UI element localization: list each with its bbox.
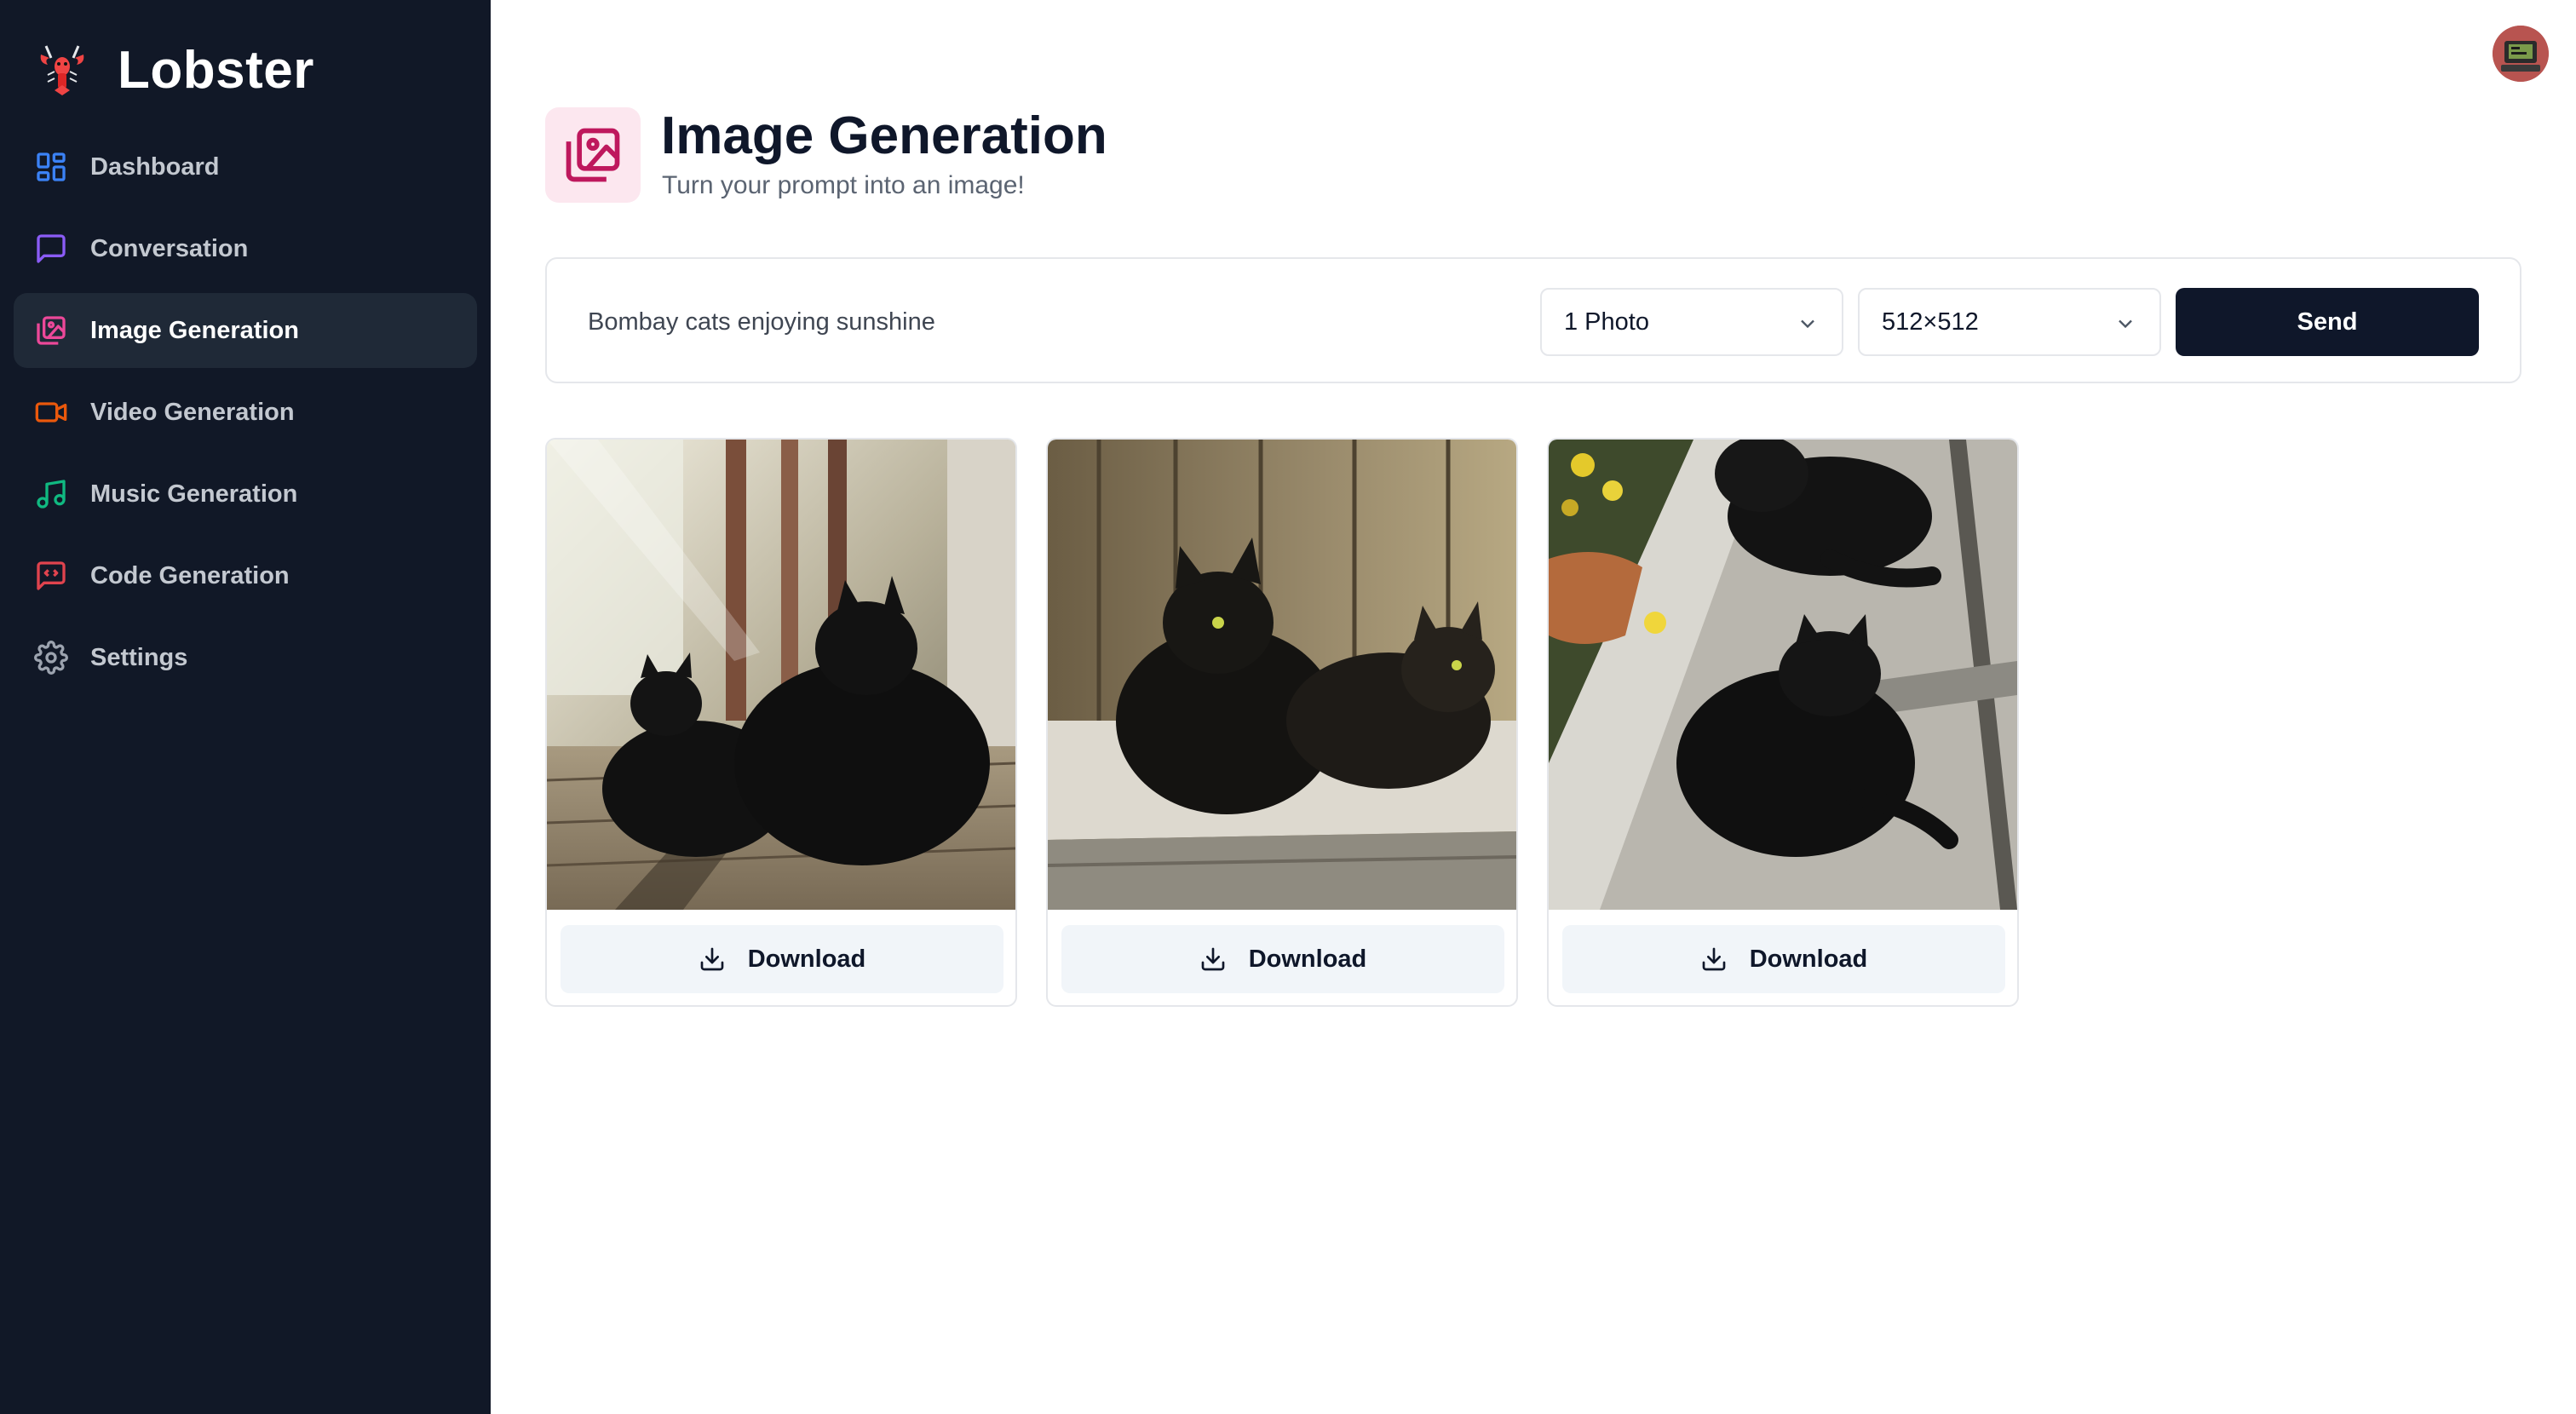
download-button[interactable]: Download bbox=[1061, 925, 1504, 993]
image-gallery: Download Download Download bbox=[545, 438, 2019, 1007]
download-button[interactable]: Download bbox=[561, 925, 1003, 993]
download-label: Download bbox=[1749, 945, 1868, 973]
download-label: Download bbox=[1248, 945, 1367, 973]
image-card: Download bbox=[1547, 438, 2019, 1007]
sidebar-item-label: Dashboard bbox=[90, 152, 220, 181]
music-icon bbox=[37, 480, 66, 509]
generated-image[interactable] bbox=[1048, 440, 1516, 910]
resolution-select[interactable]: 512×512 bbox=[1858, 288, 2161, 356]
sidebar-item-label: Video Generation bbox=[90, 398, 295, 426]
code-message-icon bbox=[37, 561, 66, 590]
prompt-input[interactable] bbox=[588, 293, 1508, 351]
app-root: Lobster Dashboard Conversation Image Gen… bbox=[0, 0, 2576, 1414]
video-icon bbox=[35, 402, 67, 422]
image-card: Download bbox=[1046, 438, 1518, 1007]
sidebar-item-label: Conversation bbox=[90, 234, 249, 262]
page-header-icon bbox=[545, 107, 641, 203]
sidebar-nav: Dashboard Conversation Image Generation bbox=[14, 129, 477, 702]
brand-name: Lobster bbox=[118, 40, 314, 100]
sidebar-item-label: Settings bbox=[90, 643, 188, 671]
sidebar-item-settings[interactable]: Settings bbox=[14, 620, 477, 695]
generated-image[interactable] bbox=[547, 440, 1015, 910]
image-card: Download bbox=[545, 438, 1017, 1007]
sidebar-item-dashboard[interactable]: Dashboard bbox=[14, 129, 477, 204]
dashboard-icon bbox=[37, 152, 66, 181]
send-button[interactable]: Send bbox=[2176, 288, 2479, 356]
page-title: Image Generation bbox=[661, 106, 1107, 165]
gear-icon bbox=[34, 641, 68, 675]
download-icon bbox=[1201, 947, 1225, 971]
chevron-down-icon bbox=[1801, 319, 1814, 329]
lobster-logo-icon bbox=[40, 45, 84, 95]
resolution-select-value: 512×512 bbox=[1882, 308, 1979, 336]
images-icon bbox=[566, 128, 620, 182]
page-subtitle: Turn your prompt into an image! bbox=[662, 171, 1025, 199]
download-icon bbox=[700, 947, 724, 971]
sidebar-item-music-generation[interactable]: Music Generation bbox=[14, 457, 477, 532]
brand[interactable]: Lobster bbox=[34, 37, 314, 102]
sidebar-item-conversation[interactable]: Conversation bbox=[14, 211, 477, 286]
download-label: Download bbox=[747, 945, 866, 973]
sidebar-item-label: Image Generation bbox=[90, 316, 299, 344]
sidebar-item-video-generation[interactable]: Video Generation bbox=[14, 375, 477, 450]
generation-form: 1 Photo 512×512 Send bbox=[545, 257, 2521, 383]
sidebar-item-label: Music Generation bbox=[90, 480, 298, 508]
download-button[interactable]: Download bbox=[1562, 925, 2005, 993]
sidebar-item-code-generation[interactable]: Code Generation bbox=[14, 538, 477, 613]
chevron-down-icon bbox=[2119, 319, 2132, 329]
amount-select-value: 1 Photo bbox=[1564, 308, 1649, 336]
message-square-icon bbox=[37, 234, 66, 263]
avatar-image bbox=[2493, 26, 2549, 82]
download-icon bbox=[1702, 947, 1726, 971]
sidebar-item-image-generation[interactable]: Image Generation bbox=[14, 293, 477, 368]
sidebar-item-label: Code Generation bbox=[90, 561, 290, 589]
amount-select[interactable]: 1 Photo bbox=[1540, 288, 1843, 356]
generated-image[interactable] bbox=[1549, 440, 2017, 910]
user-avatar[interactable] bbox=[2493, 26, 2549, 82]
images-icon bbox=[37, 316, 66, 345]
sidebar: Lobster Dashboard Conversation Image Gen… bbox=[0, 0, 491, 1414]
